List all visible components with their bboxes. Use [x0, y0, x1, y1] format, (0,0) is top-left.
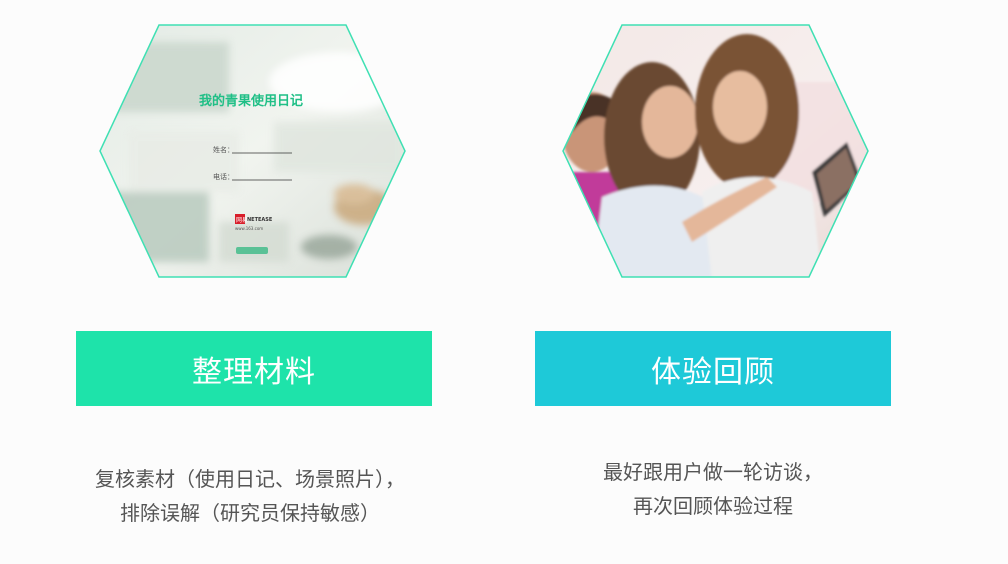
description-line: 再次回顾体验过程: [633, 494, 793, 518]
netease-brand: NETEASE: [247, 217, 273, 223]
experience-review-banner: 体验回顾: [535, 331, 891, 406]
slide: 我的青果使用日记 姓名： 电话： 网易 NETEASE www.163.com: [0, 0, 1008, 564]
people-photo-hexagon: [562, 22, 869, 280]
description-line: 排除误解（研究员保持敏感）: [120, 501, 380, 525]
experience-review-label: 体验回顾: [651, 354, 775, 390]
diary-green-stamp: [236, 247, 268, 254]
experience-review-description: 最好跟用户做一轮访谈， 再次回顾体验过程: [503, 455, 923, 523]
diary-title: 我的青果使用日记: [199, 93, 303, 109]
description-line: 最好跟用户做一轮访谈，: [603, 460, 823, 484]
netease-url: www.163.com: [235, 226, 263, 231]
organize-materials-banner: 整理材料: [76, 331, 432, 406]
diary-photo: 我的青果使用日记 姓名： 电话： 网易 NETEASE www.163.com: [99, 24, 406, 278]
people-photo: [562, 24, 869, 278]
diary-name-label: 姓名：: [213, 145, 234, 154]
diary-photo-hexagon: 我的青果使用日记 姓名： 电话： 网易 NETEASE www.163.com: [99, 22, 406, 280]
organize-materials-description: 复核素材（使用日记、场景照片）， 排除误解（研究员保持敏感）: [40, 462, 460, 530]
description-line: 复核素材（使用日记、场景照片），: [95, 467, 405, 491]
organize-materials-label: 整理材料: [192, 354, 316, 390]
diary-phone-label: 电话：: [213, 172, 234, 181]
